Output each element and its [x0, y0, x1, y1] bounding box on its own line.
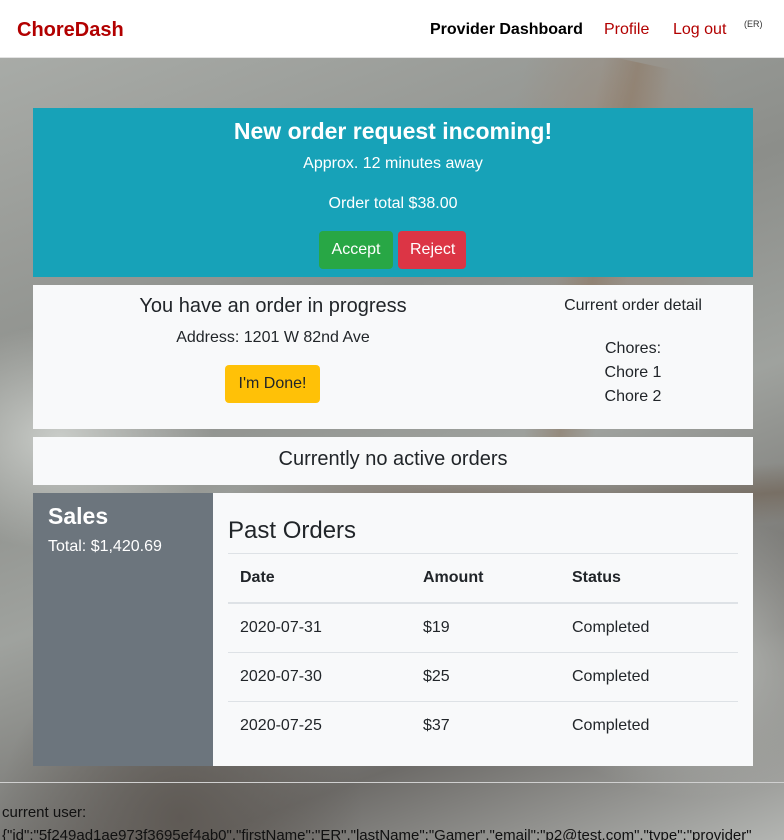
no-active-orders-banner: Currently no active orders — [33, 437, 753, 485]
nav-profile-link[interactable]: Profile — [604, 21, 649, 39]
nav-provider-dashboard[interactable]: Provider Dashboard — [430, 21, 583, 39]
sales-panel: Sales Total: $1,420.69 — [33, 493, 213, 766]
navbar: ChoreDash Provider Dashboard Profile Log… — [0, 0, 784, 58]
table-row: 2020-07-31 $19 Completed — [228, 603, 738, 653]
request-order-total: Order total $38.00 — [328, 195, 458, 212]
column-header-date: Date — [228, 554, 411, 604]
order-status: Completed — [560, 652, 738, 702]
sales-title: Sales — [48, 503, 109, 529]
order-date: 2020-07-25 — [240, 716, 322, 734]
current-user-label: current user: — [2, 804, 87, 821]
column-header-amount: Amount — [411, 554, 560, 604]
order-status: Completed — [572, 716, 650, 734]
nav-logout-link[interactable]: Log out — [673, 21, 726, 39]
order-status: Completed — [560, 603, 738, 653]
debug-footer: current user: {"id":"5f249ad1ae973f3695e… — [0, 782, 784, 840]
column-header-status: Status — [560, 554, 738, 604]
brand-logo[interactable]: ChoreDash — [17, 19, 124, 42]
accept-button[interactable]: Accept — [319, 231, 393, 269]
chore-item: Chore 1 — [604, 364, 662, 381]
table-row: 2020-07-25 $37 Completed — [228, 701, 738, 750]
order-in-progress-card: You have an order in progress Address: 1… — [33, 285, 753, 429]
chore-item: Chore 2 — [604, 388, 662, 405]
order-amount: $19 — [411, 603, 560, 653]
order-amount: $25 — [411, 652, 560, 702]
current-user-json: {"id":"5f249ad1ae973f3695ef4ab0","firstN… — [2, 827, 752, 840]
in-progress-title: You have an order in progress — [139, 295, 407, 317]
past-orders-table: Date Amount Status 2020-07-31 $19 Comple… — [228, 554, 738, 750]
order-date: 2020-07-31 — [228, 603, 411, 653]
order-address: Address: 1201 W 82nd Ave — [176, 329, 370, 346]
request-eta: Approx. 12 minutes away — [303, 155, 483, 172]
reject-button[interactable]: Reject — [398, 231, 466, 269]
user-initials-badge: (ER) — [744, 19, 763, 29]
current-order-detail: Current order detail Chores: Chore 1 Cho… — [533, 297, 733, 409]
past-orders-title: Past Orders — [228, 517, 357, 544]
table-row: 2020-07-30 $25 Completed — [228, 652, 738, 702]
detail-heading: Current order detail — [564, 297, 702, 314]
order-amount: $37 — [423, 716, 450, 734]
chores-label: Chores: — [604, 340, 662, 357]
request-title: New order request incoming! — [233, 118, 553, 144]
order-request-card: New order request incoming! Approx. 12 m… — [33, 108, 753, 277]
order-date: 2020-07-30 — [228, 652, 411, 702]
sales-total: Total: $1,420.69 — [48, 538, 162, 555]
im-done-button[interactable]: I'm Done! — [225, 365, 320, 403]
table-header-row: Date Amount Status — [228, 554, 738, 604]
past-orders-panel: Past Orders Date Amount Status 2020-07-3… — [213, 493, 753, 766]
